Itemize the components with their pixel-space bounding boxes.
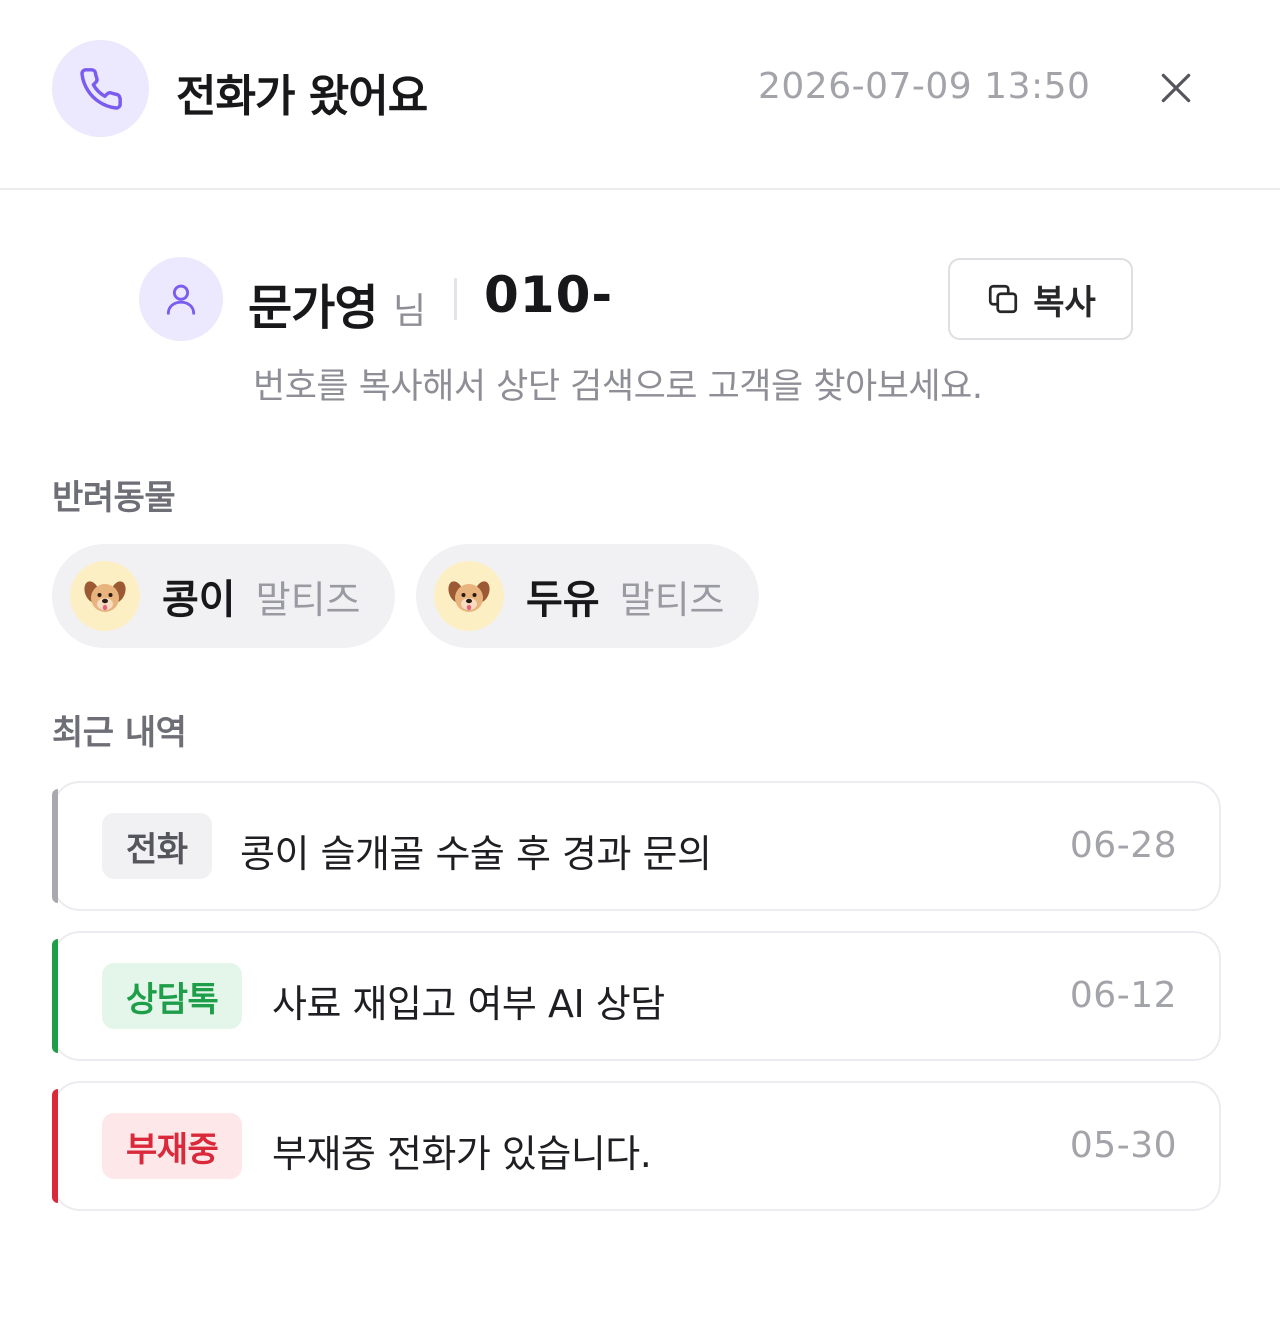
notification-title: 전화가 왔어요: [176, 71, 428, 122]
dog-icon: [434, 561, 504, 631]
pet-chip[interactable]: 두유 말티즈: [416, 544, 759, 648]
copy-button[interactable]: 복사: [948, 258, 1133, 340]
phone-icon: [79, 67, 122, 110]
history-summary: 사료 재입고 여부 AI 상담: [272, 982, 665, 1026]
copy-hint-text: 번호를 복사해서 상단 검색으로 고객을 찾아보세요.: [253, 367, 983, 407]
customer-honorific: 님: [393, 291, 427, 332]
pet-name: 두유: [526, 577, 600, 623]
pet-chip[interactable]: 콩이 말티즈: [52, 544, 395, 648]
name-phone-divider: [454, 278, 457, 320]
pet-breed: 말티즈: [255, 577, 361, 622]
phone-number-container: 010-: [484, 266, 618, 328]
customer-phone-number: 010-: [484, 266, 614, 324]
history-row[interactable]: 부재중 부재중 전화가 있습니다. 05-30: [52, 1081, 1221, 1211]
call-timestamp: 2026-07-09 13:50: [758, 66, 1091, 107]
history-row[interactable]: 전화 콩이 슬개골 수술 후 경과 문의 06-28: [52, 781, 1221, 911]
pet-name: 콩이: [162, 577, 236, 623]
recent-section-label: 최근 내역: [52, 713, 187, 753]
history-date: 05-30: [1069, 1125, 1177, 1166]
close-button[interactable]: [1152, 64, 1200, 112]
user-icon: [166, 284, 196, 315]
copy-icon: [989, 284, 1018, 314]
close-icon: [1161, 73, 1191, 103]
customer-avatar: [139, 257, 223, 341]
call-notification-header: 전화가 왔어요 2026-07-09 13:50: [0, 0, 1280, 190]
dog-icon: [70, 561, 140, 631]
history-row[interactable]: 상담톡 사료 재입고 여부 AI 상담 06-12: [52, 931, 1221, 1061]
customer-name: 문가영: [248, 280, 378, 336]
history-type-badge: 상담톡: [102, 963, 243, 1029]
history-date: 06-28: [1069, 825, 1177, 866]
history-summary: 콩이 슬개골 수술 후 경과 문의: [240, 832, 712, 876]
copy-button-label: 복사: [1033, 282, 1096, 323]
phone-icon-circle: [52, 40, 149, 137]
history-type-badge: 전화: [102, 813, 212, 879]
history-summary: 부재중 전화가 있습니다.: [272, 1132, 652, 1176]
pets-section-label: 반려동물: [52, 478, 176, 518]
pet-breed: 말티즈: [619, 577, 725, 622]
history-type-badge: 부재중: [102, 1113, 243, 1179]
history-date: 06-12: [1069, 975, 1177, 1016]
